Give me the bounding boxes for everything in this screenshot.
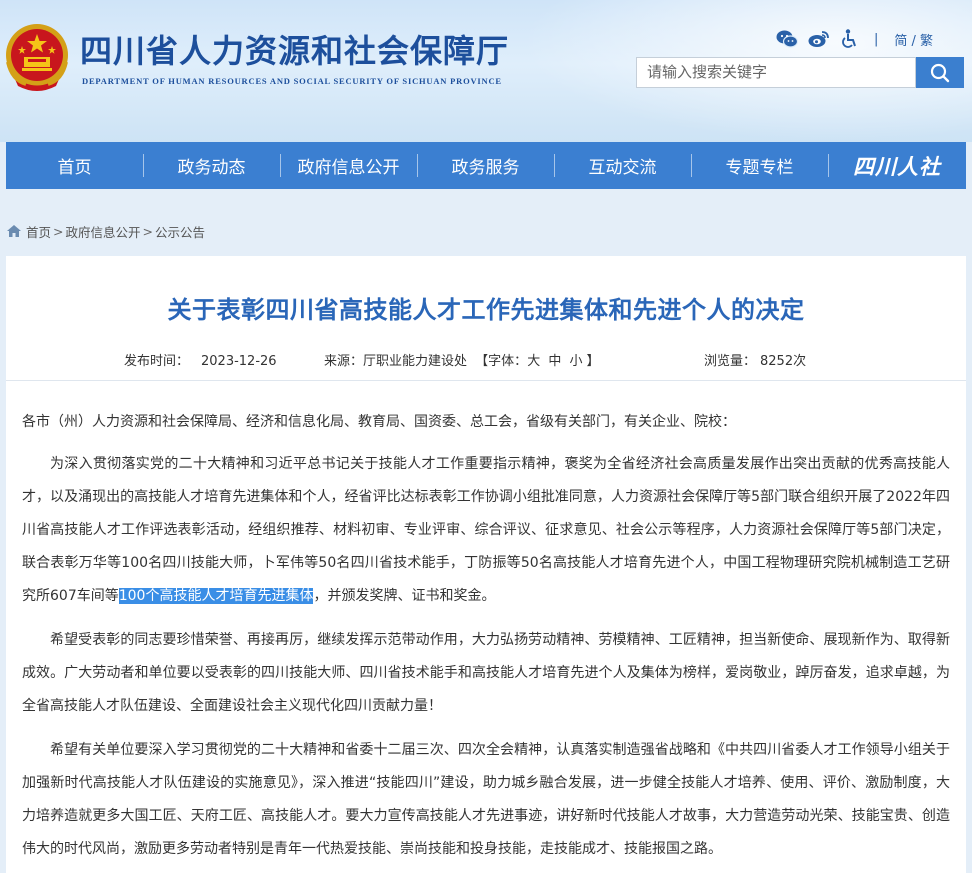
breadcrumb-announcements[interactable]: 公示公告 (155, 222, 205, 241)
source-value: 厅职业能力建设处 (363, 354, 468, 369)
header-tools: | 简 / 繁 (776, 28, 933, 50)
search-input[interactable] (636, 57, 916, 88)
source-info: 来源：厅职业能力建设处 【字体：大 中 小】 (324, 350, 600, 369)
nav-item-services[interactable]: 政务服务 (417, 142, 554, 189)
nav-item-info-disclosure[interactable]: 政府信息公开 (280, 142, 417, 189)
article-title: 关于表彰四川省高技能人才工作先进集体和先进个人的决定 (167, 296, 805, 324)
views-label: 浏览量： (704, 354, 757, 369)
site-title: 四川省人力资源和社会保障厅 (80, 32, 510, 70)
search-button[interactable] (916, 57, 964, 88)
salutation-paragraph: 各市（州）人力资源和社会保障局、经济和信息化局、教育局、国资委、总工会，省级有关… (22, 414, 736, 430)
body-paragraph-2: 希望受表彰的同志要珍惜荣誉、再接再厉，继续发挥示范带动作用，大力弘扬劳动精神、劳… (22, 632, 950, 714)
home-icon (7, 225, 21, 237)
body-paragraph-1: 为深入贯彻落实党的二十大精神和习近平总书记关于技能人才工作重要指示精神，褒奖为全… (22, 456, 950, 604)
font-size-open: 【字体： (475, 354, 528, 369)
main-nav: 首页 政务动态 政府信息公开 政务服务 互动交流 专题专栏 四川人社 (6, 142, 966, 189)
body-paragraph-3: 希望有关单位要深入学习贯彻党的二十大精神和省委十二届三次、四次全会精神，认真落实… (22, 742, 950, 857)
title-divider (6, 380, 966, 381)
nav-logo-text: 四川人社 (853, 153, 941, 179)
tools-separator: | (874, 31, 879, 47)
nav-item-interaction[interactable]: 互动交流 (554, 142, 691, 189)
font-size-small-button[interactable]: 小 (570, 354, 583, 369)
nav-item-news[interactable]: 政务动态 (143, 142, 280, 189)
site-subtitle: DEPARTMENT OF HUMAN RESOURCES AND SOCIAL… (82, 76, 502, 86)
wechat-icon[interactable] (776, 30, 798, 48)
breadcrumb-separator: > (142, 223, 153, 239)
views-info: 浏览量： 8252次 (704, 350, 806, 369)
national-emblem-icon (6, 24, 68, 91)
publish-date: 2023-12-26 (201, 354, 277, 369)
weibo-icon[interactable] (808, 30, 830, 48)
sichuan-hrss-logo[interactable]: 四川人社 (828, 142, 966, 189)
language-toggle[interactable]: 简 / 繁 (894, 30, 933, 49)
breadcrumb-separator: > (53, 223, 64, 239)
source-label: 来源： (324, 354, 364, 369)
font-size-medium-button[interactable]: 中 (548, 354, 561, 369)
article-panel: 关于表彰四川省高技能人才工作先进集体和先进个人的决定 发布时间： 2023-12-… (6, 256, 966, 873)
views-count: 8252次 (760, 354, 807, 369)
breadcrumb-info-disclosure[interactable]: 政府信息公开 (66, 222, 141, 241)
accessibility-icon[interactable] (840, 29, 858, 49)
nav-item-topics[interactable]: 专题专栏 (691, 142, 828, 189)
selected-text: 100个高技能人才培育先进集体 (118, 588, 314, 604)
publish-label: 发布时间： (124, 354, 190, 369)
article-body: 各市（州）人力资源和社会保障局、经济和信息化局、教育局、国资委、总工会，省级有关… (22, 406, 950, 873)
search-icon (930, 63, 950, 82)
font-size-large-button[interactable]: 大 (527, 354, 540, 369)
font-size-close: 】 (586, 354, 600, 369)
breadcrumb-home[interactable]: 首页 (26, 222, 51, 241)
breadcrumb: 首页 > 政府信息公开 > 公示公告 (6, 222, 205, 240)
nav-item-home[interactable]: 首页 (6, 142, 143, 189)
publish-info: 发布时间： 2023-12-26 (124, 350, 277, 369)
site-header: 四川省人力资源和社会保障厅 DEPARTMENT OF HUMAN RESOUR… (0, 0, 972, 142)
